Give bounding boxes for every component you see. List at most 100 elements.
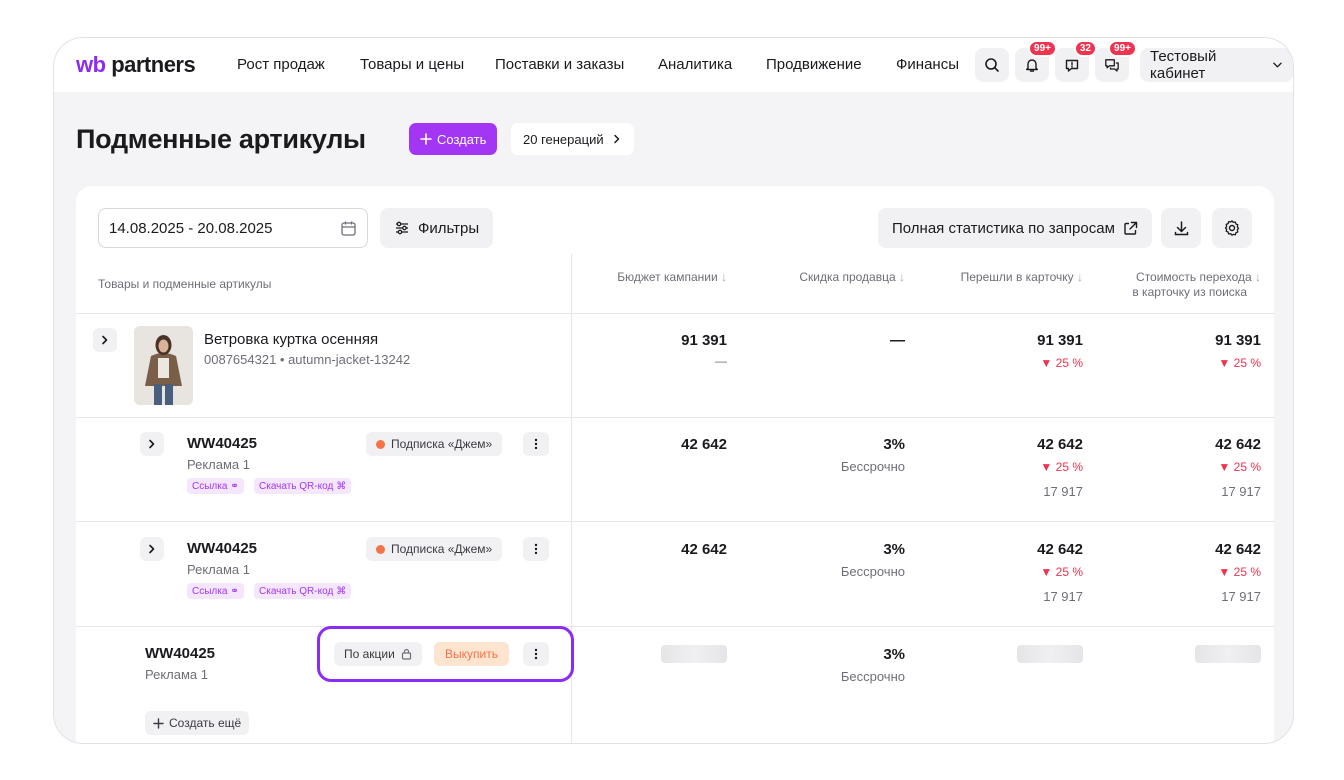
buy-out-button[interactable]: Выкупить — [434, 642, 509, 666]
download-button[interactable] — [1161, 208, 1201, 248]
article-campaign: Реклама 1 — [187, 457, 250, 472]
feedback-badge: 32 — [1073, 40, 1097, 57]
full-stats-label: Полная статистика по запросам — [892, 219, 1115, 237]
status-dot — [376, 544, 385, 554]
gear-icon — [1224, 220, 1240, 236]
date-range-input[interactable]: 14.08.2025 - 20.08.2025 — [98, 208, 368, 248]
chats-button[interactable]: 99+ — [1095, 40, 1137, 82]
product-cost-delta: ▼ 25 % — [1218, 356, 1261, 370]
articles-table-card: 14.08.2025 - 20.08.2025 Фильтры Полная с… — [76, 186, 1274, 743]
subscription-pill[interactable]: Подписка «Джем» — [366, 432, 503, 456]
article-budget: 42 642 — [681, 541, 727, 558]
article-clicks: 42 642 — [1037, 541, 1083, 558]
chevron-right-icon — [149, 439, 155, 449]
nav-products-prices[interactable]: Товары и цены — [360, 56, 464, 73]
article-cost-delta: ▼ 25 % — [1218, 565, 1261, 579]
article-cost-sub: 17 917 — [1221, 484, 1261, 499]
article-clicks-delta: ▼ 25 % — [1040, 565, 1083, 579]
nav-analytics[interactable]: Аналитика — [658, 56, 732, 73]
product-meta: 0087654321 • autumn-jacket-13242 — [204, 352, 411, 367]
nav-promotion[interactable]: Продвижение — [766, 56, 862, 73]
plus-icon — [153, 717, 164, 729]
more-options-button[interactable] — [523, 642, 549, 666]
more-vertical-icon — [534, 438, 538, 450]
sort-arrow-icon: ↓ — [899, 270, 905, 284]
create-button[interactable]: Создать — [409, 123, 498, 155]
qr-download-tag[interactable]: Скачать QR-код ⌘ — [254, 478, 352, 494]
promo-locked-pill[interactable]: По акции — [334, 642, 422, 666]
search-button[interactable] — [975, 48, 1009, 82]
page-title: Подменные артикулы — [76, 124, 366, 154]
more-vertical-icon — [534, 543, 538, 555]
full-stats-button[interactable]: Полная статистика по запросам — [878, 208, 1152, 248]
link-tag[interactable]: Ссылка ⚭ — [187, 583, 244, 599]
column-header-clicks[interactable]: Перешли в карточку ↓ — [961, 270, 1083, 285]
generations-label: 20 генераций — [523, 131, 604, 147]
product-photo-image — [134, 326, 193, 405]
wb-partners-logo[interactable]: wb partners — [76, 52, 196, 78]
qr-download-tag[interactable]: Скачать QR-код ⌘ — [254, 583, 352, 599]
generations-button[interactable]: 20 генераций — [511, 123, 634, 155]
create-more-button[interactable]: Создать ещё — [145, 711, 250, 735]
column-divider — [571, 254, 572, 743]
hidden-value-placeholder — [1017, 645, 1083, 663]
expand-row-button[interactable] — [140, 537, 164, 561]
settings-button[interactable] — [1212, 208, 1252, 248]
create-button-label: Создать — [437, 131, 487, 147]
notifications-badge: 99+ — [1028, 40, 1057, 57]
article-discount: 3% — [883, 646, 905, 663]
filters-button[interactable]: Фильтры — [380, 208, 494, 248]
article-discount: 3% — [883, 436, 905, 453]
download-icon — [1174, 220, 1188, 235]
status-dot — [376, 439, 385, 449]
cabinet-name: Тестовый кабинет — [1150, 48, 1217, 82]
notifications-button[interactable]: 99+ — [1015, 40, 1057, 82]
chevron-right-icon — [613, 134, 619, 144]
nav-finance[interactable]: Финансы — [896, 56, 959, 73]
more-options-button[interactable] — [523, 432, 549, 456]
nav-supplies-orders[interactable]: Поставки и заказы — [495, 56, 624, 73]
column-header-discount[interactable]: Скидка продавца ↓ — [799, 270, 905, 285]
external-link-icon — [1124, 221, 1138, 235]
expand-product-button[interactable] — [93, 328, 117, 352]
search-icon — [985, 58, 999, 72]
article-discount: 3% — [883, 541, 905, 558]
hidden-value-placeholder — [661, 645, 727, 663]
create-more-label: Создать ещё — [169, 716, 242, 730]
feedback-button[interactable]: 32 — [1055, 40, 1097, 82]
column-header-cost[interactable]: Стоимость перехода ↓ в карточку из поиска — [1132, 270, 1261, 300]
chevron-right-icon — [149, 544, 155, 554]
article-sku: WW40425 — [187, 435, 258, 452]
subscription-pill[interactable]: Подписка «Джем» — [366, 537, 503, 561]
message-alert-icon — [1065, 59, 1079, 72]
chat-bubbles-icon — [1105, 59, 1119, 72]
chats-badge: 99+ — [1108, 40, 1137, 57]
product-thumbnail[interactable] — [134, 326, 193, 405]
qr-code-icon: ⌘ — [336, 480, 347, 492]
product-budget: 91 391 — [681, 332, 727, 349]
more-options-button[interactable] — [523, 537, 549, 561]
article-cost: 42 642 — [1215, 436, 1261, 453]
product-clicks-delta: ▼ 25 % — [1040, 356, 1083, 370]
article-clicks: 42 642 — [1037, 436, 1083, 453]
link-icon: ⚭ — [230, 585, 239, 597]
more-vertical-icon — [534, 648, 538, 660]
date-range-value: 14.08.2025 - 20.08.2025 — [109, 219, 273, 237]
bell-icon — [1026, 59, 1038, 72]
column-header-budget[interactable]: Бюджет кампании ↓ — [617, 270, 727, 285]
article-discount-term: Бессрочно — [840, 669, 905, 684]
cabinet-selector[interactable]: Тестовый кабинет — [1140, 48, 1293, 82]
article-cost-sub: 17 917 — [1221, 589, 1261, 604]
link-tag[interactable]: Ссылка ⚭ — [187, 478, 244, 494]
nav-sales-growth[interactable]: Рост продаж — [237, 56, 325, 73]
link-icon: ⚭ — [230, 480, 239, 492]
sort-arrow-icon: ↓ — [721, 270, 727, 284]
article-campaign: Реклама 1 — [145, 667, 208, 682]
top-navbar: wb partners Рост продаж Товары и цены По… — [54, 38, 1293, 92]
article-clicks-sub: 17 917 — [1043, 484, 1083, 499]
expand-row-button[interactable] — [140, 432, 164, 456]
chevron-right-icon — [102, 335, 108, 345]
row-divider — [76, 626, 1274, 627]
product-clicks: 91 391 — [1037, 332, 1083, 349]
row-divider — [76, 417, 1274, 418]
